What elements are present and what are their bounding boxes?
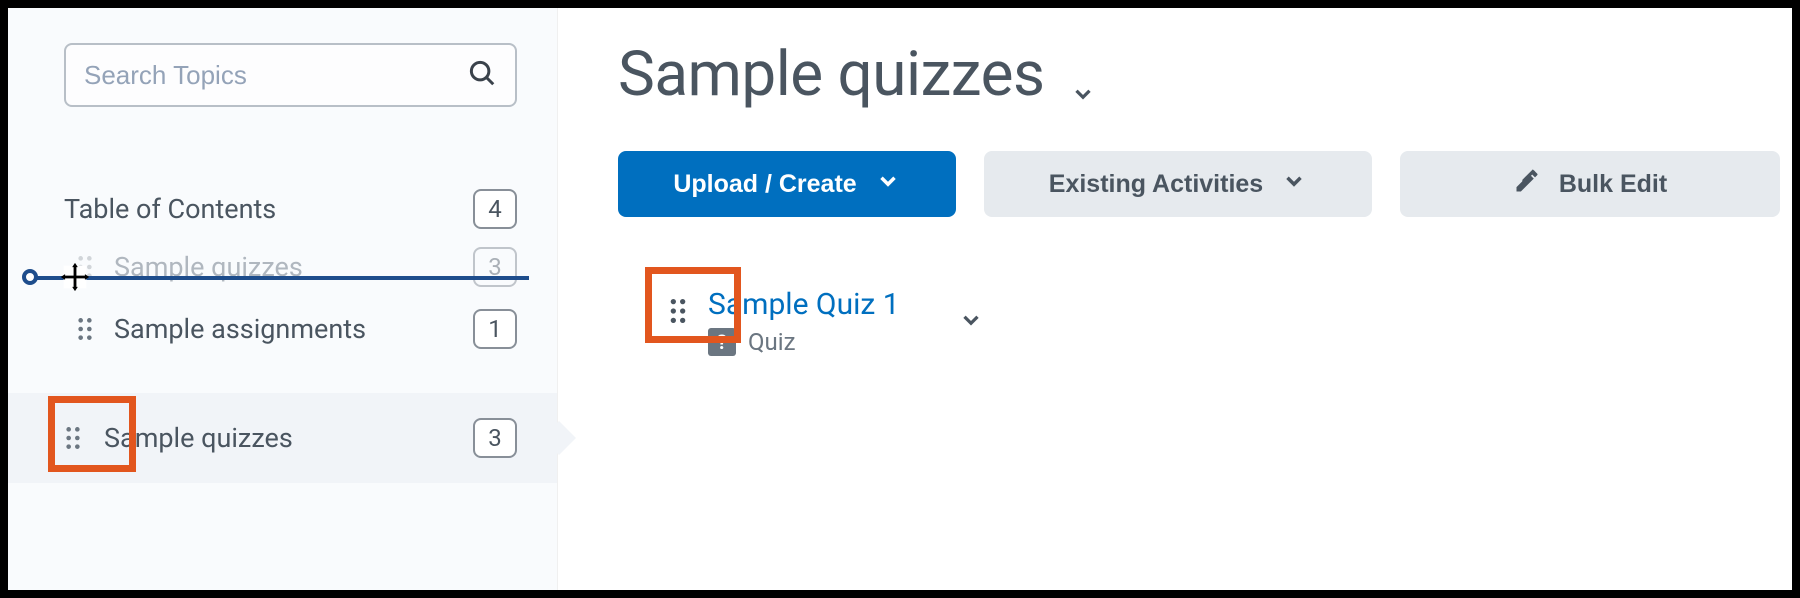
drag-handle-icon[interactable] [76, 316, 98, 342]
toc-header-label: Table of Contents [64, 193, 276, 225]
toc-item-count: 3 [473, 247, 517, 287]
drag-handle-icon[interactable] [668, 297, 690, 325]
page-title[interactable]: Sample quizzes [618, 38, 1044, 111]
content-item[interactable]: Sample Quiz 1 ? Quiz [618, 287, 1792, 356]
search-box[interactable] [64, 43, 517, 107]
title-dropdown-icon[interactable] [1070, 81, 1096, 111]
toc-header-count: 4 [473, 189, 517, 229]
search-input[interactable] [84, 60, 467, 91]
toc-item-count: 3 [473, 418, 517, 458]
toc-item-label: Sample quizzes [104, 422, 293, 454]
search-icon[interactable] [467, 58, 497, 92]
pencil-icon [1513, 167, 1541, 202]
button-label: Bulk Edit [1559, 170, 1667, 199]
button-label: Existing Activities [1049, 170, 1263, 199]
toc-item-label: Sample quizzes [114, 251, 303, 283]
chevron-down-icon [875, 168, 901, 201]
toc-item-active[interactable]: Sample quizzes 3 [8, 393, 557, 483]
quiz-type-icon: ? [708, 328, 736, 356]
sidebar: Table of Contents 4 Sample quizzes 3 [8, 8, 558, 590]
toc-item-dragging[interactable]: Sample quizzes 3 [8, 239, 557, 295]
drag-handle-icon[interactable] [76, 254, 98, 280]
existing-activities-button[interactable]: Existing Activities [984, 151, 1372, 217]
content-item-title[interactable]: Sample Quiz 1 [708, 287, 900, 322]
main-content: Sample quizzes Upload / Create Existing … [558, 8, 1792, 590]
item-dropdown-icon[interactable] [958, 307, 984, 337]
content-item-type: Quiz [748, 328, 795, 356]
drag-handle-icon[interactable] [64, 425, 86, 451]
toc-item-count: 1 [473, 309, 517, 349]
button-label: Upload / Create [673, 170, 856, 199]
toc-header[interactable]: Table of Contents 4 [8, 185, 557, 233]
toc-item[interactable]: Sample assignments 1 [8, 301, 557, 357]
chevron-down-icon [1281, 168, 1307, 201]
toc-item-label: Sample assignments [114, 313, 366, 345]
upload-create-button[interactable]: Upload / Create [618, 151, 956, 217]
bulk-edit-button[interactable]: Bulk Edit [1400, 151, 1780, 217]
